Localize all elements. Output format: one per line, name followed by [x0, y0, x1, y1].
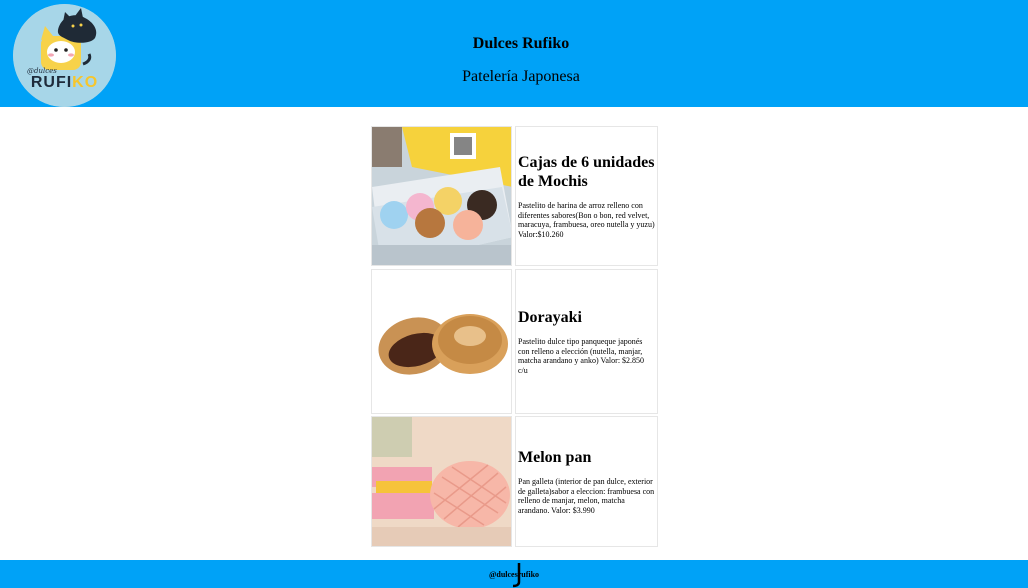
product-row: Cajas de 6 unidades de Mochis Pastelito … [371, 126, 658, 268]
mochi-box-image [372, 127, 511, 265]
product-name: Melon pan [518, 449, 592, 466]
product-description: Pastelito de harina de arroz relleno con… [518, 201, 655, 239]
site-title: Dulces Rufiko [472, 35, 570, 52]
melon-pan-image [372, 417, 511, 546]
product-name: Dorayaki [518, 309, 582, 326]
product-description: Pastelito dulce tipo panqueque japonés c… [518, 337, 645, 375]
product-description: Pan galleta (interior de pan dulce, exte… [518, 477, 655, 515]
rufiko-logo[interactable]: @dulces RUFIKO [13, 4, 116, 107]
site-header: @dulces RUFIKO Dulces Rufiko Patelería J… [0, 0, 1028, 107]
product-image-cell [371, 416, 512, 547]
product-info-cell: Cajas de 6 unidades de Mochis Pastelito … [515, 126, 658, 266]
site-subtitle: Patelería Japonesa [462, 68, 580, 85]
product-row: Dorayaki Pastelito dulce tipo panqueque … [371, 268, 658, 415]
dorayaki-image [372, 270, 511, 413]
text-cursor-icon [512, 563, 521, 588]
product-info-cell: Melon pan Pan galleta (interior de pan d… [515, 416, 658, 547]
product-name: Cajas de 6 unidades de Mochis [518, 154, 655, 190]
product-row: Melon pan Pan galleta (interior de pan d… [371, 415, 658, 548]
product-image-cell [371, 269, 512, 414]
product-table: Cajas de 6 unidades de Mochis Pastelito … [371, 126, 658, 548]
product-info-cell: Dorayaki Pastelito dulce tipo panqueque … [515, 269, 658, 414]
product-image-cell [371, 126, 512, 266]
